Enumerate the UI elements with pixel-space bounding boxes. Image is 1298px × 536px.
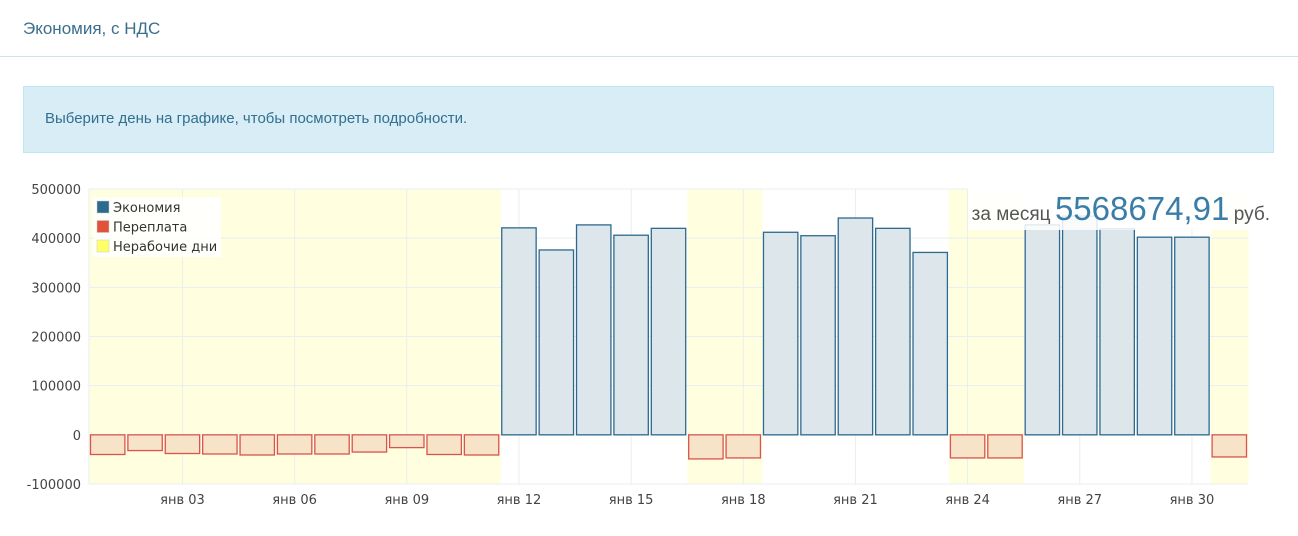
economy-bar[interactable] <box>1061 215 1098 436</box>
overpay-bar[interactable] <box>351 434 388 453</box>
y-tick-label: 0 <box>73 429 81 444</box>
x-tick-label: янв 06 <box>272 493 317 508</box>
monthly-total-suffix: руб. <box>1233 204 1270 225</box>
y-tick-label: 200000 <box>31 331 81 346</box>
economy-bar[interactable] <box>912 251 949 436</box>
x-tick-label: янв 30 <box>1170 493 1215 508</box>
x-tick-label: янв 09 <box>384 493 429 508</box>
overpay-bar[interactable] <box>239 434 276 456</box>
x-tick-label: янв 15 <box>609 493 654 508</box>
legend-label: Экономия <box>113 201 180 216</box>
x-tick-label: янв 24 <box>945 493 990 508</box>
economy-bar[interactable] <box>874 227 911 436</box>
x-tick-label: янв 03 <box>160 493 205 508</box>
economy-bar[interactable] <box>1136 236 1173 436</box>
legend-label: Переплата <box>113 221 187 236</box>
overpay-bar[interactable] <box>949 434 986 459</box>
legend-swatch <box>96 239 110 253</box>
economy-bar[interactable] <box>1174 236 1210 436</box>
overpay-bar[interactable] <box>987 434 1023 459</box>
economy-bar[interactable] <box>575 224 612 436</box>
x-tick-label: янв 12 <box>497 493 542 508</box>
economy-bar[interactable] <box>762 231 799 436</box>
y-tick-label: 100000 <box>31 380 81 395</box>
y-tick-label: 300000 <box>31 281 81 296</box>
overpay-bar[interactable] <box>426 434 463 456</box>
x-tick-label: янв 27 <box>1057 493 1102 508</box>
overpay-bar[interactable] <box>89 434 126 456</box>
x-tick-label: янв 21 <box>833 493 878 508</box>
economy-bar[interactable] <box>501 227 537 436</box>
y-tick-label: 400000 <box>31 232 81 247</box>
overpay-bar[interactable] <box>202 434 238 455</box>
overpay-bar[interactable] <box>688 434 724 460</box>
info-alert-text: Выберите день на графике, чтобы посмотре… <box>45 110 468 127</box>
economy-bar[interactable] <box>800 235 836 436</box>
page-title: Экономия, с НДС <box>23 19 161 38</box>
economy-bar[interactable] <box>613 234 649 436</box>
y-tick-label: -100000 <box>27 478 81 493</box>
overpay-bar[interactable] <box>463 434 500 456</box>
y-tick-label: 500000 <box>31 183 81 198</box>
panel-heading: Экономия, с НДС <box>0 0 1298 57</box>
monthly-total-value: 5568674,91 <box>1054 190 1230 227</box>
economy-bar[interactable] <box>650 227 687 436</box>
overpay-bar[interactable] <box>127 434 163 452</box>
chart-legend: Экономия Переплата Нерабочие дни <box>93 197 221 257</box>
economy-bar[interactable] <box>1024 224 1061 436</box>
overpay-bar[interactable] <box>1211 434 1248 458</box>
legend-swatch <box>96 200 110 214</box>
info-alert: Выберите день на графике, чтобы посмотре… <box>23 86 1274 153</box>
economy-bar[interactable] <box>538 249 575 436</box>
overpay-bar[interactable] <box>276 434 313 455</box>
overpay-bar[interactable] <box>164 434 201 455</box>
economy-bar[interactable] <box>837 217 874 436</box>
x-tick-label: янв 18 <box>721 493 766 508</box>
monthly-total-prefix: за месяц <box>971 204 1051 225</box>
overpay-bar[interactable] <box>725 434 762 459</box>
economy-bar[interactable] <box>1099 228 1135 436</box>
monthly-total: за месяц 5568674,91 руб. <box>967 188 1272 230</box>
overpay-bar[interactable] <box>388 434 425 449</box>
legend-label: Нерабочие дни <box>113 240 217 255</box>
overpay-bar[interactable] <box>314 434 350 455</box>
legend-swatch <box>96 220 110 233</box>
